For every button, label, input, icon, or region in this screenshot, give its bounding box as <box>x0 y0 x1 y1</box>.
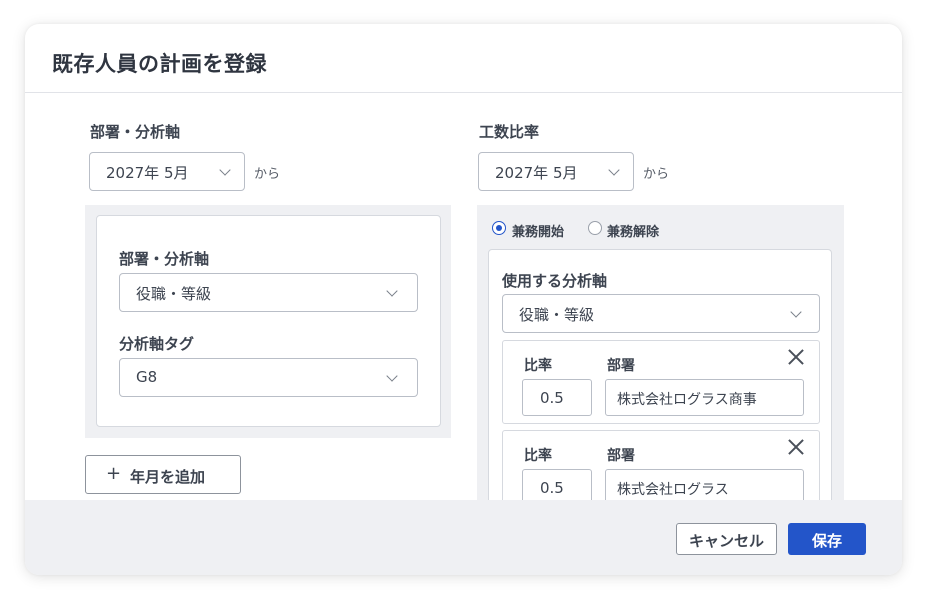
close-icon[interactable] <box>788 349 804 365</box>
left-axis-select[interactable]: 役職・等級 <box>119 273 418 312</box>
left-card-axis-label: 部署・分析軸 <box>119 250 210 268</box>
right-from-suffix: から <box>643 167 670 182</box>
left-date-select[interactable]: 2027年 5月 <box>89 152 245 191</box>
ratio-row: 比率 部署 0.5 株式会社ログラス商事 <box>502 340 820 424</box>
right-axis-value: 役職・等級 <box>519 306 595 324</box>
dept-value: 株式会社ログラス <box>617 482 729 498</box>
left-tag-value: G8 <box>136 368 158 386</box>
add-year-month-label: 年月を追加 <box>130 468 206 486</box>
chevron-down-icon <box>386 285 398 297</box>
right-axis-select[interactable]: 役職・等級 <box>502 294 820 333</box>
right-date-value: 2027年 5月 <box>495 164 578 182</box>
right-date-select[interactable]: 2027年 5月 <box>478 152 634 191</box>
dialog-title: 既存人員の計画を登録 <box>52 52 267 76</box>
left-axis-card: 部署・分析軸 役職・等級 分析軸タグ G8 <box>96 215 441 427</box>
left-tag-select[interactable]: G8 <box>119 358 418 397</box>
right-heading: 工数比率 <box>479 123 540 141</box>
chevron-down-icon <box>790 306 802 318</box>
ratio-label: 比率 <box>524 358 552 374</box>
dept-value: 株式会社ログラス商事 <box>617 392 757 408</box>
close-icon[interactable] <box>788 439 804 455</box>
chevron-down-icon <box>386 370 398 382</box>
save-button[interactable]: 保存 <box>788 523 866 555</box>
cancel-button-label: キャンセル <box>688 532 764 550</box>
dialog-footer: キャンセル 保存 <box>25 500 902 575</box>
radio-concurrent-end[interactable] <box>588 221 602 235</box>
register-plan-dialog: 既存人員の計画を登録 部署・分析軸 2027年 5月 から 部署・分析軸 役職・… <box>25 24 902 575</box>
dept-input[interactable]: 株式会社ログラス商事 <box>605 379 804 416</box>
save-button-label: 保存 <box>811 532 842 550</box>
dept-label: 部署 <box>607 358 635 374</box>
right-axis-card: 使用する分析軸 役職・等級 比率 部署 0.5 株式会社ログラス商事 比率 部署 <box>488 249 832 514</box>
left-axis-panel: 部署・分析軸 役職・等級 分析軸タグ G8 <box>85 205 451 438</box>
right-card-axis-label: 使用する分析軸 <box>502 272 608 290</box>
ratio-value: 0.5 <box>540 479 564 497</box>
left-heading: 部署・分析軸 <box>90 123 181 141</box>
dialog-header: 既存人員の計画を登録 <box>25 24 902 93</box>
ratio-input[interactable]: 0.5 <box>522 379 592 416</box>
cancel-button[interactable]: キャンセル <box>676 523 777 555</box>
ratio-value: 0.5 <box>540 389 564 407</box>
radio-concurrent-start-label: 兼務開始 <box>512 225 565 240</box>
add-year-month-button[interactable]: + 年月を追加 <box>85 455 241 494</box>
radio-concurrent-start[interactable] <box>492 221 506 235</box>
right-ratio-panel: 兼務開始 兼務解除 使用する分析軸 役職・等級 比率 部署 0.5 株式会社ログ… <box>477 205 844 514</box>
left-card-tag-label: 分析軸タグ <box>119 335 195 353</box>
chevron-down-icon <box>219 164 231 176</box>
ratio-label: 比率 <box>524 448 552 464</box>
left-from-suffix: から <box>254 167 281 182</box>
chevron-down-icon <box>608 164 620 176</box>
plus-icon: + <box>106 463 122 484</box>
left-axis-value: 役職・等級 <box>136 285 212 303</box>
left-date-value: 2027年 5月 <box>106 164 189 182</box>
dept-label: 部署 <box>607 448 635 464</box>
radio-concurrent-end-label: 兼務解除 <box>607 225 660 240</box>
